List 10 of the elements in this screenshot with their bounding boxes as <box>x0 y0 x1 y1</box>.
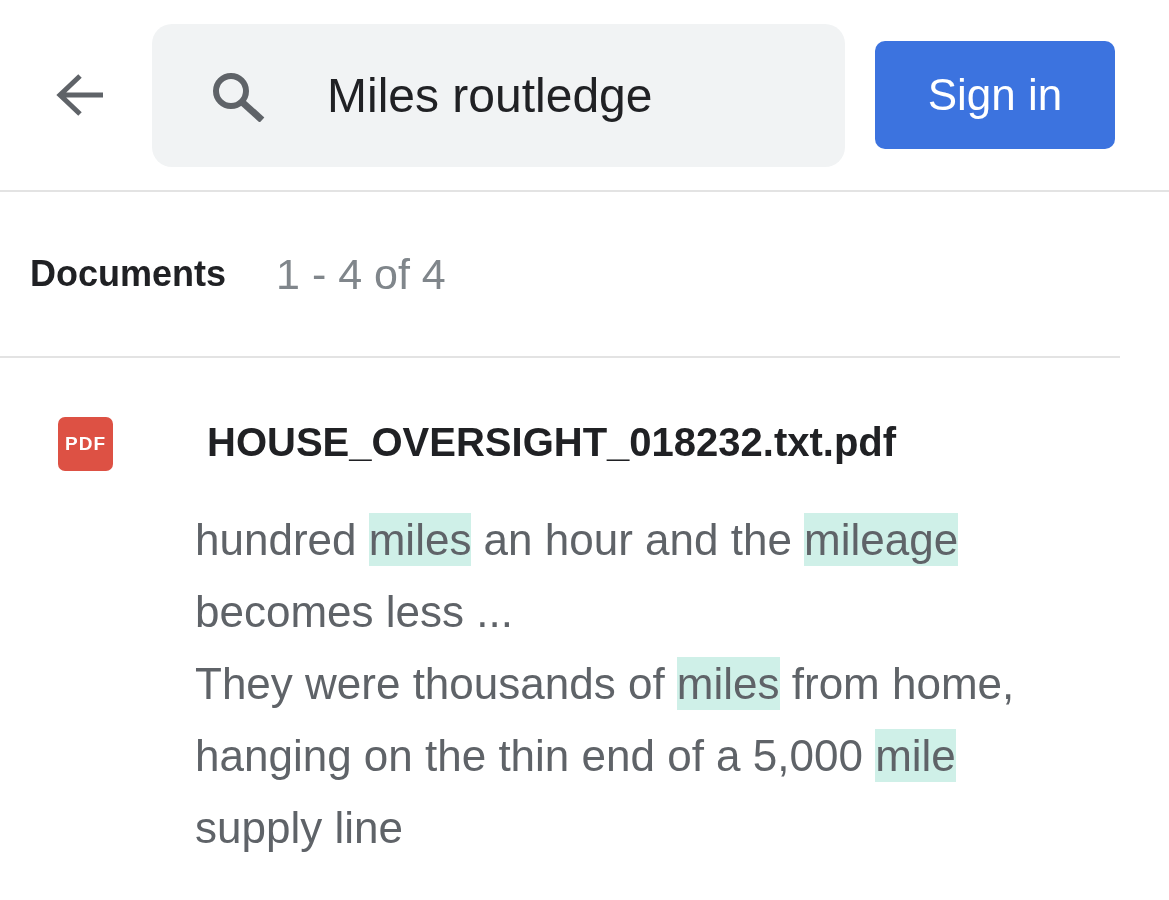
search-icon <box>212 71 265 122</box>
pdf-file-badge: PDF <box>58 417 113 471</box>
back-arrow-icon[interactable] <box>55 72 105 118</box>
snippet-text: hundred miles an hour and the mileage becomes less ... <box>195 512 960 638</box>
snippet-text: They were thousands of miles from home, hanging on the thin end of a 5,000 mile supply line <box>195 656 1016 854</box>
search-field[interactable]: Miles routledge <box>152 23 845 167</box>
sign-in-button[interactable]: Sign in <box>875 41 1115 149</box>
results-heading: Documents <box>30 252 227 296</box>
results-count: 1 - 4 of 4 <box>276 248 446 300</box>
document-title-link[interactable]: HOUSE_OVERSIGHT_018232.txt.pdf <box>207 414 897 470</box>
